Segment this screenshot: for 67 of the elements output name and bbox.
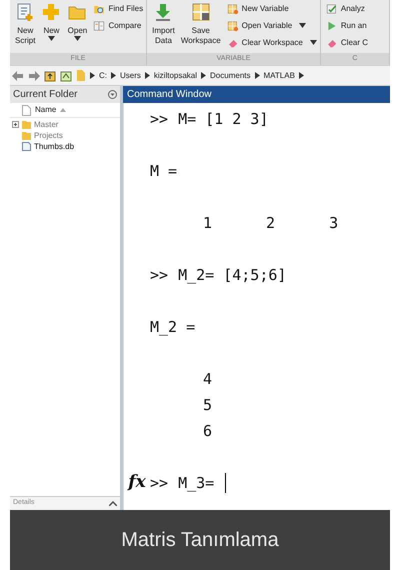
caption: Matris Tanımlama [121,528,279,553]
toolstrip-button[interactable]: Compare [93,17,144,34]
toolstrip-button[interactable]: Run an [326,17,368,34]
browse-folder-icon[interactable] [60,70,72,82]
toolstrip-button[interactable]: Open [65,0,90,41]
grid-save-icon [190,2,211,22]
path-separator-icon [298,72,304,79]
path-segment[interactable]: kiziltopsakal [154,70,198,82]
expand-icon[interactable] [12,121,19,128]
toolstrip-button[interactable]: Clear C [326,34,368,51]
folder-icon [76,69,86,82]
output-text: M_2 = [150,316,196,338]
toolstrip-button[interactable]: Clear Workspace [226,34,317,51]
command-input[interactable]: M_3= [178,472,214,494]
file-icon [22,142,31,151]
toolstrip-button[interactable]: Import Data [150,0,177,46]
check-icon [326,2,338,14]
toolstrip-button[interactable]: Find Files [93,0,144,17]
matrix-value: 1 [203,212,212,234]
toolstrip-button[interactable]: New [39,0,64,41]
folder-item[interactable]: Master [34,118,58,130]
command-prompt: >> [150,472,168,494]
toolstrip-button[interactable]: Save Workspace [178,0,223,46]
path-separator-icon [201,72,206,79]
function-browser-button[interactable]: fx [126,470,148,496]
toolstrip-button[interactable]: New Variable [226,0,317,17]
dropdown-caret-icon [299,23,306,28]
command-prompt: >> [150,264,168,286]
plus-icon [41,2,62,22]
path-separator-icon [90,72,95,79]
path-segment[interactable]: MATLAB [264,70,295,82]
run-icon [326,20,338,32]
panel-menu-icon[interactable] [108,90,117,99]
collapse-caret-icon[interactable] [109,501,117,506]
output-text: M = [150,160,178,182]
grid-icon [226,20,239,32]
command-prompt: >> [150,108,168,130]
compare-icon [93,20,106,32]
path-separator-icon [144,72,150,79]
path-segment[interactable]: C: [99,70,107,82]
matrix-value: 5 [203,394,212,416]
path-segment[interactable]: Documents [210,70,250,82]
command-window-title: Command Window [127,88,212,102]
panel-title: Current Folder [13,88,78,102]
sort-arrow-icon [60,108,66,112]
dropdown-caret-icon [48,36,55,41]
file-column-icon [22,104,31,116]
toolstrip-button[interactable]: Open Variable [226,17,317,34]
matrix-value: 2 [266,212,276,234]
text-cursor [225,473,226,493]
toolstrip-button[interactable]: New Script [13,0,38,46]
path-separator-icon [254,72,260,79]
folder-item[interactable]: Projects [34,130,63,142]
toolstrip-button[interactable]: Analyz [326,0,368,17]
folder-item[interactable]: Thumbs.db [34,140,74,152]
matrix-value: 4 [203,368,212,390]
command-text: M= [1 2 3] [178,108,268,130]
dropdown-caret-icon [74,36,81,41]
path-segment[interactable]: Users [120,70,141,82]
column-header[interactable]: Name [35,104,56,116]
command-text: M_2= [4;5;6] [178,264,286,286]
matrix-value: 6 [203,420,212,442]
up-folder-icon[interactable] [44,70,56,82]
grid-icon [226,2,239,14]
dropdown-caret-icon [310,40,317,45]
matrix-value: 3 [329,212,338,234]
path-separator-icon [111,72,116,79]
